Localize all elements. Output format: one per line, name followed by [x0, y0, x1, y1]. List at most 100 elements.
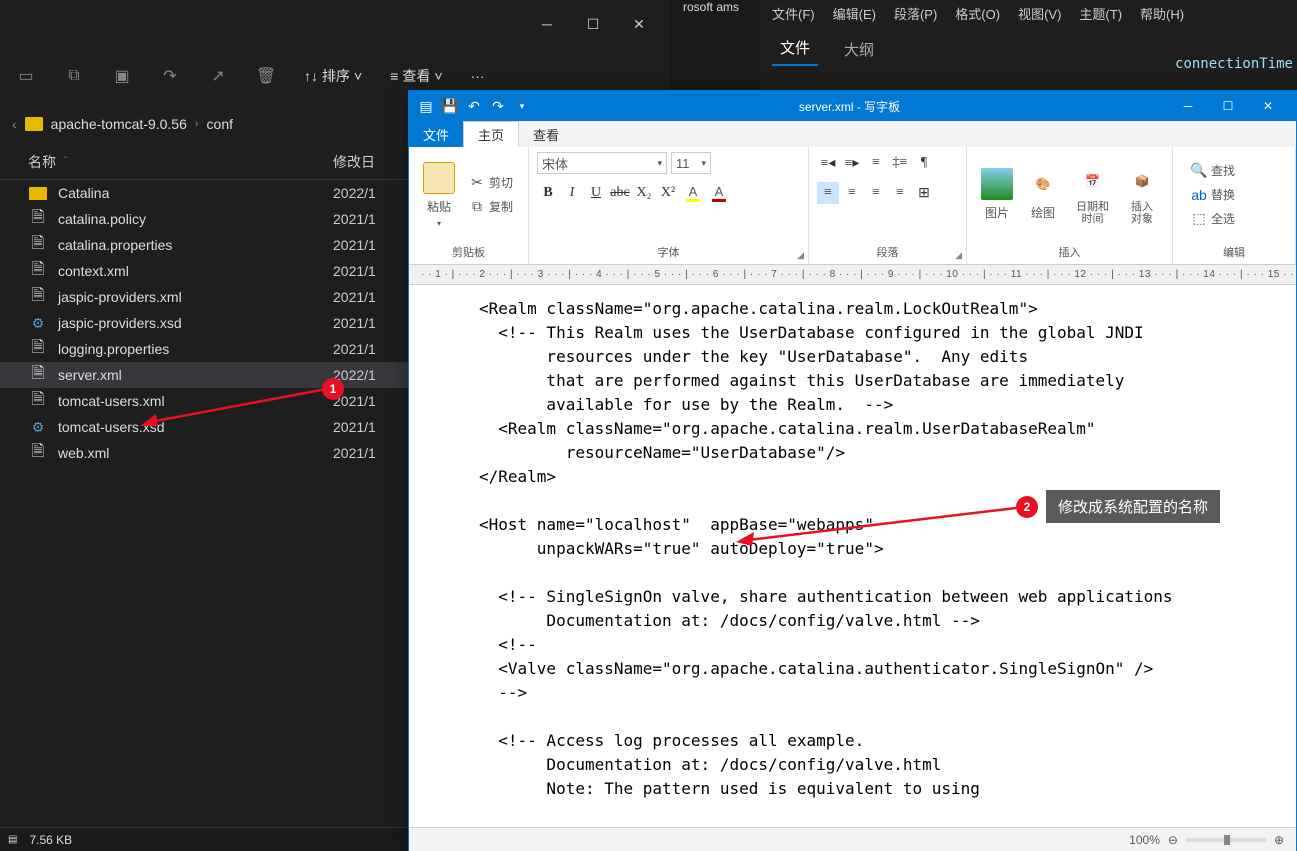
paragraph-dialog-button[interactable]: ⊞	[913, 182, 935, 204]
bg-menu-para[interactable]: 段落(P)	[886, 2, 945, 25]
qat-dropdown-icon[interactable]: ▾	[513, 97, 531, 115]
zoom-out-button[interactable]: ⊖	[1168, 833, 1178, 847]
line-spacing-button[interactable]: ‡≡	[889, 152, 911, 174]
up-icon[interactable]: ‹	[12, 116, 17, 132]
bg-menu-help[interactable]: 帮助(H)	[1132, 2, 1192, 25]
save-icon[interactable]: 💾	[441, 97, 459, 115]
sort-indicator-icon: ˆ	[64, 156, 67, 167]
align-center-button[interactable]: ≡	[841, 182, 863, 204]
file-name: catalina.properties	[58, 237, 172, 253]
maximize-button[interactable]: ☐	[570, 9, 616, 39]
ribbon-group-clipboard: 粘贴 ▾ ✂剪切 ⧉复制 剪贴板	[409, 147, 529, 264]
replace-button[interactable]: ab替换	[1187, 184, 1239, 206]
new-icon[interactable]: ▭	[16, 66, 36, 86]
tab-file[interactable]: 文件	[409, 121, 463, 147]
insert-datetime-button[interactable]: 📅日期和时间	[1067, 161, 1118, 229]
paste-button[interactable]: 粘贴 ▾	[417, 158, 461, 232]
font-color-button[interactable]: A	[707, 182, 731, 204]
more-button[interactable]: ···	[471, 68, 485, 84]
copy-button[interactable]: ⧉复制	[465, 196, 517, 218]
align-left-button[interactable]: ≡	[817, 182, 839, 204]
align-right-button[interactable]: ≡	[865, 182, 887, 204]
document-area[interactable]: <Realm className="org.apache.catalina.re…	[409, 285, 1296, 827]
shrink-font-button[interactable]	[741, 152, 763, 174]
bg-tab-file[interactable]: 文件	[772, 31, 818, 66]
para-marks-button[interactable]: ¶	[913, 152, 935, 174]
bg-menu-file[interactable]: 文件(F)	[764, 2, 823, 25]
subscript-button[interactable]: X₂	[633, 182, 655, 204]
ruler[interactable]: · · 1 · | · · · 2 · · · | · · · 3 · · · …	[409, 265, 1296, 285]
bg-menu-bar: 文件(F) 编辑(E) 段落(P) 格式(O) 视图(V) 主题(T) 帮助(H…	[760, 0, 1297, 26]
delete-icon[interactable]: 🗑	[256, 66, 276, 86]
file-name: jaspic-providers.xml	[58, 289, 182, 305]
find-button[interactable]: 🔍查找	[1187, 160, 1239, 182]
xsd-file-icon: ⚙	[28, 419, 48, 435]
explorer-titlebar: ─ ☐ ✕	[0, 0, 670, 48]
bg-menu-theme[interactable]: 主题(T)	[1071, 2, 1130, 25]
zoom-in-button[interactable]: ⊕	[1274, 833, 1284, 847]
bg-tab-outline[interactable]: 大纲	[836, 33, 882, 66]
font-name-combo[interactable]: 宋体▾	[537, 152, 667, 174]
copy-icon[interactable]: ⧉	[64, 66, 84, 86]
strike-button[interactable]: abc	[609, 182, 631, 204]
tab-home[interactable]: 主页	[463, 121, 519, 147]
cut-button[interactable]: ✂剪切	[465, 172, 517, 194]
increase-indent-button[interactable]: ≡▸	[841, 152, 863, 174]
clipboard-label: 剪贴板	[409, 242, 528, 264]
italic-button[interactable]: I	[561, 182, 583, 204]
breadcrumb-level1[interactable]: apache-tomcat-9.0.56	[51, 116, 187, 132]
insert-label: 插入	[967, 242, 1172, 264]
folder-icon	[25, 117, 43, 131]
file-name: context.xml	[58, 263, 129, 279]
file-icon: 🗎	[28, 445, 48, 461]
bg-menu-view[interactable]: 视图(V)	[1010, 2, 1069, 25]
wordpad-titlebar: ▤ 💾 ↶ ↷ ▾ server.xml - 写字板 ─ ☐ ✕	[409, 91, 1296, 121]
superscript-button[interactable]: X²	[657, 182, 679, 204]
redo-icon[interactable]: ↷	[489, 97, 507, 115]
zoom-slider[interactable]	[1186, 838, 1266, 842]
ribbon: 粘贴 ▾ ✂剪切 ⧉复制 剪贴板 宋体▾ 11▾ B	[409, 147, 1296, 265]
bg-menu-edit[interactable]: 编辑(E)	[825, 2, 884, 25]
paste-icon[interactable]: ▣	[112, 66, 132, 86]
wordpad-window-buttons: ─ ☐ ✕	[1168, 91, 1288, 121]
bg-code-snippet: connectionTime	[1175, 56, 1293, 72]
insert-picture-button[interactable]: 图片	[975, 164, 1019, 225]
tab-view[interactable]: 查看	[519, 121, 573, 147]
document-text[interactable]: <Realm className="org.apache.catalina.re…	[479, 297, 1276, 801]
grow-font-button[interactable]	[715, 152, 737, 174]
column-modified[interactable]: 修改日	[333, 152, 375, 172]
underline-button[interactable]: U	[585, 182, 607, 204]
wp-maximize-button[interactable]: ☐	[1208, 91, 1248, 121]
bold-button[interactable]: B	[537, 182, 559, 204]
bg-menu-format[interactable]: 格式(O)	[947, 2, 1008, 25]
ribbon-group-insert: 图片 🎨绘图 📅日期和时间 📦插入对象 插入	[967, 147, 1173, 264]
close-button[interactable]: ✕	[616, 9, 662, 39]
file-date: 2021/1	[333, 341, 376, 357]
font-size-combo[interactable]: 11▾	[671, 152, 711, 174]
minimize-button[interactable]: ─	[524, 9, 570, 39]
wp-minimize-button[interactable]: ─	[1168, 91, 1208, 121]
annotation-badge-2: 2	[1016, 496, 1038, 518]
decrease-indent-button[interactable]: ≡◂	[817, 152, 839, 174]
file-name: tomcat-users.xml	[58, 393, 165, 409]
bullets-button[interactable]: ≡	[865, 152, 887, 174]
sort-button[interactable]: ↑↓ 排序 ˅	[304, 66, 362, 86]
wp-close-button[interactable]: ✕	[1248, 91, 1288, 121]
file-name: logging.properties	[58, 341, 169, 357]
view-button[interactable]: ≡ 查看 ˅	[390, 66, 442, 86]
chevron-right-icon: ›	[195, 118, 199, 130]
highlight-button[interactable]: A	[681, 182, 705, 204]
share-icon[interactable]: ↗	[208, 66, 228, 86]
breadcrumb-level2[interactable]: conf	[207, 116, 233, 132]
selectall-button[interactable]: ⬚全选	[1187, 208, 1239, 230]
file-name: web.xml	[58, 445, 109, 461]
undo-icon[interactable]: ↶	[465, 97, 483, 115]
quick-access-toolbar: ▤ 💾 ↶ ↷ ▾	[417, 97, 531, 115]
insert-object-button[interactable]: 📦插入对象	[1120, 161, 1164, 229]
justify-button[interactable]: ≡	[889, 182, 911, 204]
file-icon: 🗎	[28, 289, 48, 305]
column-name[interactable]: 名称 ˆ	[28, 152, 333, 172]
insert-drawing-button[interactable]: 🎨绘图	[1021, 164, 1065, 225]
rename-icon[interactable]: ↷	[160, 66, 180, 86]
wordpad-title: server.xml - 写字板	[531, 98, 1168, 115]
